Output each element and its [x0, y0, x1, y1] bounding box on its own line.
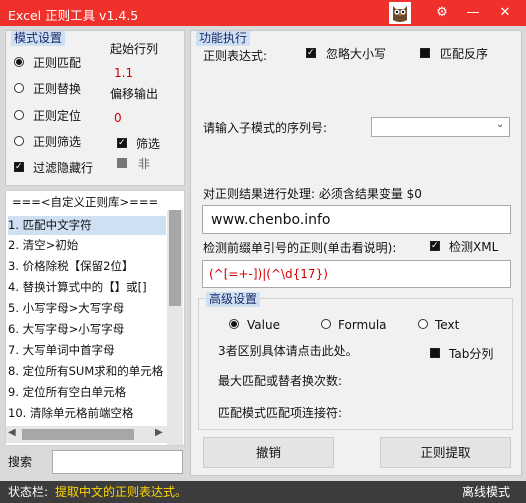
ignore-case-label: 忽略大小写	[326, 47, 387, 61]
mode-settings-title: 模式设置	[11, 31, 66, 46]
library-list-item[interactable]: 3. 价格除税【保留2位】	[8, 257, 166, 276]
value-option-label: Value	[247, 318, 280, 332]
undo-button[interactable]: 撤销	[203, 437, 334, 468]
regex-label: 正则表达式:	[203, 49, 268, 63]
regex-extract-button[interactable]: 正则提取	[380, 437, 511, 468]
library-list-item[interactable]: 6. 大写字母>小写字母	[8, 320, 166, 339]
search-input[interactable]	[52, 450, 183, 474]
search-label: 搜索	[8, 455, 33, 469]
prefix-regex-value: (^[=+-])|(^\d{17})	[209, 267, 328, 281]
window-title: Excel 正则工具 v1.4.5	[8, 8, 139, 23]
process-input-value: www.chenbo.info	[211, 212, 331, 228]
formula-option-label: Formula	[338, 318, 387, 332]
process-label: 对正则结果进行处理: 必须含结果变量 $0	[203, 187, 422, 201]
detect-xml-label: 检测XML	[449, 240, 499, 254]
not-label: 非	[138, 157, 151, 171]
radio-icon[interactable]	[14, 57, 24, 67]
hscrollbar-thumb[interactable]	[22, 429, 134, 440]
start-row-label: 起始行列	[110, 42, 159, 56]
checkbox-icon[interactable]	[117, 158, 127, 168]
close-icon[interactable]: ✕	[496, 4, 514, 22]
status-message: 提取中文的正则表达式。	[55, 485, 188, 499]
scroll-right-icon[interactable]: ▶	[155, 427, 163, 438]
mode-option-label: 正则定位	[33, 109, 82, 123]
library-list-item[interactable]: 1. 匹配中文字符	[8, 216, 166, 235]
checkbox-icon[interactable]	[117, 136, 127, 150]
title-bar: Excel 正则工具 v1.4.5 ⚙ — ✕	[0, 0, 526, 26]
mode-option-label: 正则替换	[33, 82, 82, 96]
radio-icon[interactable]	[14, 110, 24, 120]
library-scrollbar[interactable]	[167, 210, 183, 445]
checkbox-icon[interactable]	[14, 160, 24, 174]
radio-icon[interactable]	[229, 319, 239, 329]
library-list-item[interactable]: 2. 清空>初始	[8, 236, 166, 255]
library-list-item[interactable]: 7. 大写单词中首字母	[8, 341, 166, 360]
scroll-left-icon[interactable]: ◀	[8, 427, 16, 438]
tab-split-label: Tab分列	[449, 347, 494, 361]
text-option-label: Text	[435, 318, 460, 332]
difference-hint-link[interactable]: 3者区别具体请点击此处。	[218, 344, 358, 358]
filter-hidden-label: 过滤隐藏行	[33, 161, 94, 175]
match-invert-label: 匹配反序	[440, 47, 489, 61]
checkbox-icon[interactable]	[430, 239, 440, 253]
join-char-label: 匹配模式匹配项连接符:	[218, 406, 343, 420]
filter-label: 筛选	[136, 137, 161, 151]
library-list-item[interactable]: 10. 清除单元格前端空格	[8, 404, 166, 423]
regex-library-title: ===<自定义正则库>===	[12, 195, 159, 209]
checkbox-icon[interactable]	[306, 46, 316, 60]
status-label: 状态栏:	[8, 485, 49, 499]
library-list-item[interactable]: 9. 定位所有空白单元格	[8, 383, 166, 402]
library-list-item[interactable]: 5. 小写字母>大写字母	[8, 299, 166, 318]
settings-gear-icon[interactable]: ⚙	[433, 4, 451, 22]
chevron-down-icon[interactable]: ⌄	[496, 119, 504, 130]
submatch-select[interactable]: ⌄	[371, 117, 510, 137]
minimize-icon[interactable]: —	[464, 4, 482, 22]
start-row-value[interactable]: 1.1	[114, 66, 133, 80]
radio-icon[interactable]	[14, 136, 24, 146]
prefix-regex-input[interactable]: (^[=+-])|(^\d{17})	[202, 260, 511, 288]
offset-output-value[interactable]: 0	[114, 111, 122, 125]
max-match-label: 最大匹配或替者换次数:	[218, 374, 343, 388]
function-panel-title: 功能执行	[196, 31, 251, 46]
offline-mode-label: 离线模式	[462, 485, 511, 499]
mode-option-label: 正则匹配	[33, 56, 82, 70]
offset-output-label: 偏移输出	[110, 87, 159, 101]
mode-option-label: 正则筛选	[33, 135, 82, 149]
prefix-regex-label[interactable]: 检测前缀单引号的正则(单击看说明):	[203, 241, 396, 255]
checkbox-icon[interactable]	[420, 48, 430, 58]
process-input[interactable]: www.chenbo.info	[202, 205, 511, 234]
library-list-item[interactable]: 4. 替换计算式中的【】或[]	[8, 278, 166, 297]
radio-icon[interactable]	[321, 319, 331, 329]
status-bar: 状态栏: 提取中文的正则表达式。 离线模式	[0, 481, 526, 503]
library-list-item[interactable]: 8. 定位所有SUM求和的单元格	[8, 362, 166, 381]
checkbox-icon[interactable]	[430, 348, 440, 358]
advanced-settings-title: 高级设置	[206, 292, 261, 307]
scrollbar-thumb[interactable]	[169, 210, 181, 306]
submatch-label: 请输入子模式的序列号:	[203, 121, 328, 135]
radio-icon[interactable]	[418, 319, 428, 329]
library-hscrollbar[interactable]: ◀ ▶	[6, 426, 167, 443]
owl-logo-icon	[389, 2, 411, 24]
radio-icon[interactable]	[14, 83, 24, 93]
